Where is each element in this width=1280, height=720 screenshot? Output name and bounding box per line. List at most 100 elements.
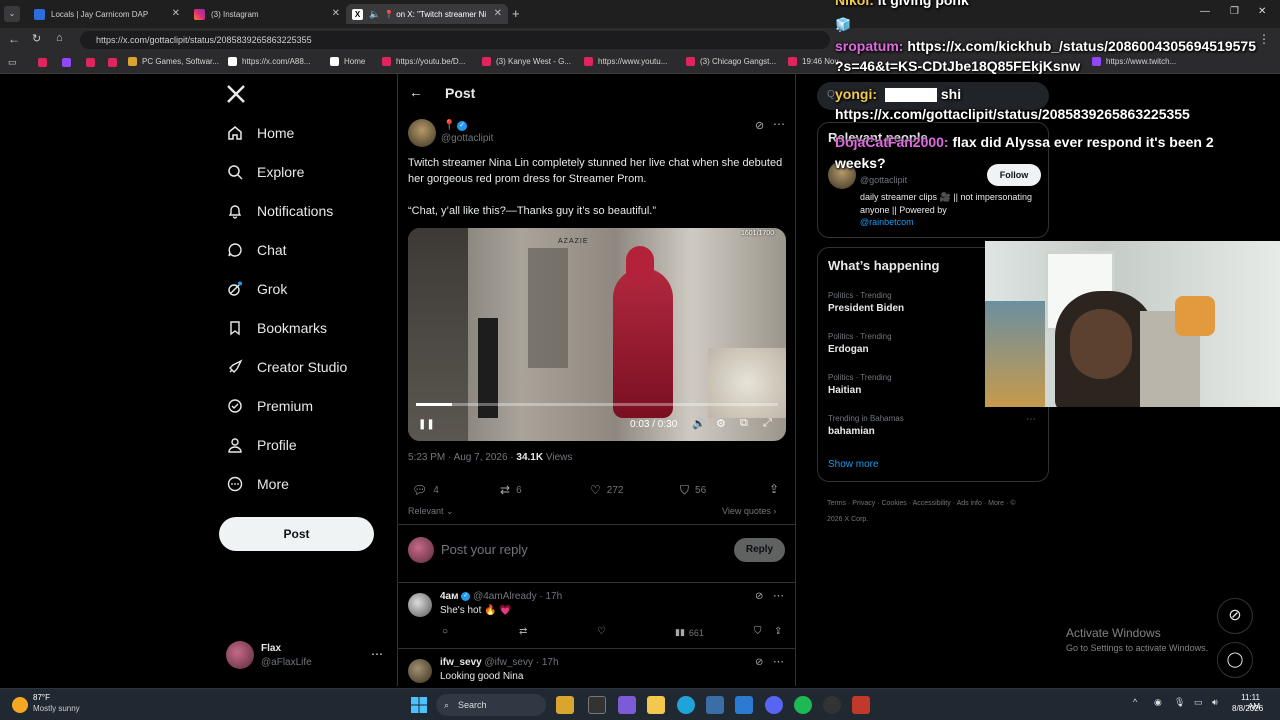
footer-link-accessibility[interactable]: Accessibility (913, 500, 951, 507)
taskbar-app-icon[interactable] (735, 696, 753, 714)
pip-icon[interactable]: ⧉ (740, 417, 748, 430)
home-icon[interactable]: ⌂ (56, 32, 63, 44)
share-icon[interactable]: ⇪ (769, 482, 779, 496)
video-player[interactable]: AZAZIE 1601/1700 ❚❚ 0:03 / 0:30 🔊 ⚙ ⧉ ⤢ (408, 228, 786, 441)
twitch-bookmark-icon[interactable] (62, 58, 71, 67)
bookmark-home[interactable]: Home (330, 57, 365, 66)
footer-link-cookies[interactable]: Cookies (881, 500, 906, 507)
chat-fab-icon[interactable]: ◯ (1217, 642, 1253, 678)
bookmark-youtube[interactable]: https://www.youtu... (584, 57, 667, 66)
like-action[interactable]: ♡ 272 (590, 483, 623, 497)
nav-home[interactable]: Home (226, 124, 294, 142)
sidebar-toggle-icon[interactable]: ▭ (8, 57, 17, 68)
bookmark-action[interactable]: ⛉ 56 (680, 483, 706, 498)
repost-icon[interactable]: ⇄ (519, 626, 527, 637)
volume-icon[interactable]: 🔊 (692, 417, 706, 430)
author-avatar[interactable] (408, 119, 436, 147)
windows-start-icon[interactable] (411, 697, 427, 713)
clock-date[interactable]: 8/8/2026 (1232, 704, 1263, 713)
bookmark-chicago[interactable]: (3) Chicago Gangst... (686, 57, 776, 66)
reply-button[interactable]: Reply (734, 538, 785, 562)
minimize-button[interactable]: — (1200, 6, 1210, 17)
author-handle[interactable]: @gottaclipit (441, 133, 493, 144)
close-tab-icon[interactable]: ✕ (172, 8, 180, 19)
bookmark-twitch[interactable]: https://www.twitch... (1092, 57, 1176, 66)
account-menu-icon[interactable]: ⋯ (371, 647, 383, 661)
footer-link-more[interactable]: More (988, 500, 1004, 507)
volume-icon[interactable]: 🔊︎ (1212, 697, 1218, 708)
youtube-bookmark-icon[interactable] (38, 58, 47, 67)
views-action[interactable]: ▮▮ 661 (675, 627, 704, 638)
network-icon[interactable]: ▭ (1194, 697, 1203, 708)
nav-explore[interactable]: Explore (226, 163, 304, 181)
bookmark-icon[interactable]: ⛉ (754, 626, 762, 637)
tray-chevron-icon[interactable]: ^ (1133, 697, 1137, 707)
trend-item[interactable]: bahamian (828, 426, 875, 437)
back-arrow-icon[interactable]: ← (409, 84, 423, 100)
youtube-bookmark-icon[interactable] (86, 58, 95, 67)
nav-bookmarks[interactable]: Bookmarks (226, 319, 327, 337)
maximize-button[interactable]: ❐ (1230, 6, 1239, 17)
bookmark-x-a88[interactable]: https://x.com/A88... (228, 57, 310, 66)
reply-icon[interactable]: ○ (442, 626, 448, 637)
tab-list-button[interactable]: ⌄ (4, 6, 20, 22)
reply-avatar[interactable] (408, 593, 432, 617)
youtube-bookmark-icon[interactable] (108, 58, 117, 67)
weather-sun-icon[interactable] (12, 697, 28, 713)
discord-icon[interactable] (765, 696, 783, 714)
browser-menu-icon[interactable]: ⋮ (1258, 32, 1270, 46)
taskbar-app-icon[interactable] (618, 696, 636, 714)
spotify-icon[interactable] (794, 696, 812, 714)
view-quotes-link[interactable]: View quotes › (722, 506, 776, 516)
trend-item[interactable]: Erdogan (828, 344, 869, 355)
bookmark-pc-games[interactable]: PC Games, Softwar... (128, 57, 219, 66)
close-tab-icon[interactable]: ✕ (332, 8, 340, 19)
heart-icon[interactable]: ♡ (597, 626, 606, 637)
address-input[interactable]: https://x.com/gottaclipit/status/2085839… (80, 31, 830, 49)
grok-fab-icon[interactable]: ⊘ (1217, 598, 1253, 634)
speaker-icon[interactable]: 🔈 (369, 9, 380, 20)
tab-locals[interactable]: Locals | Jay Carnicom DAP ✕ (28, 4, 186, 24)
person-handle[interactable]: @gottaclipit (860, 175, 907, 185)
nav-profile[interactable]: Profile (226, 436, 297, 454)
nav-notifications[interactable]: Notifications (226, 202, 333, 220)
back-icon[interactable]: ← (8, 32, 20, 46)
video-progress-track[interactable] (416, 403, 778, 406)
taskbar-app-icon[interactable] (556, 696, 574, 714)
reply-author-name[interactable]: ifw_sevy (440, 657, 482, 668)
close-window-button[interactable]: ✕ (1258, 6, 1266, 17)
reload-icon[interactable]: ↻ (32, 32, 41, 45)
file-explorer-icon[interactable] (647, 696, 665, 714)
tab-instagram[interactable]: (3) Instagram ✕ (188, 4, 346, 24)
reply-action[interactable]: 💬︎ 4 (412, 483, 439, 497)
bio-link[interactable]: @rainbetcom (860, 217, 914, 227)
chrome-icon[interactable] (823, 696, 841, 714)
taskbar-app-icon[interactable] (706, 696, 724, 714)
trend-more-icon[interactable]: ⋯ (1026, 414, 1036, 425)
nav-grok[interactable]: Grok (226, 280, 287, 298)
footer-link-terms[interactable]: Terms (827, 500, 846, 507)
bookmark-youtu-be[interactable]: https://youtu.be/D... (382, 57, 465, 66)
task-view-icon[interactable] (588, 696, 606, 714)
grok-explain-icon[interactable]: ⊘ (755, 591, 763, 602)
reply-more-icon[interactable]: ⋯ (773, 655, 784, 668)
fullscreen-icon[interactable]: ⤢ (763, 417, 772, 430)
reply-avatar[interactable] (408, 659, 432, 683)
follow-button[interactable]: Follow (987, 164, 1041, 186)
bookmark-nov[interactable]: 19:46 Nov (788, 57, 838, 66)
post-button[interactable]: Post (219, 517, 374, 551)
bookmark-kanye[interactable]: (3) Kanye West - G... (482, 57, 571, 66)
taskbar-search-input[interactable]: ⌕ Search (436, 694, 546, 716)
reply-author-name[interactable]: 4aм (440, 591, 459, 602)
show-more-link[interactable]: Show more (828, 459, 879, 470)
tray-app-icon[interactable]: ◉ (1154, 697, 1162, 708)
nav-creator-studio[interactable]: Creator Studio (226, 358, 347, 376)
trend-item[interactable]: Haitian (828, 385, 861, 396)
sort-relevant-dropdown[interactable]: Relevant ⌄ (408, 506, 454, 517)
grok-explain-icon[interactable]: ⊘ (755, 119, 764, 132)
grok-explain-icon[interactable]: ⊘ (755, 657, 763, 668)
account-avatar[interactable] (226, 641, 254, 669)
nav-more[interactable]: More (226, 475, 289, 493)
settings-gear-icon[interactable]: ⚙ (716, 417, 726, 430)
tab-x-post[interactable]: X 🔈 📍 on X: "Twitch streamer Ni ✕ (346, 4, 508, 24)
